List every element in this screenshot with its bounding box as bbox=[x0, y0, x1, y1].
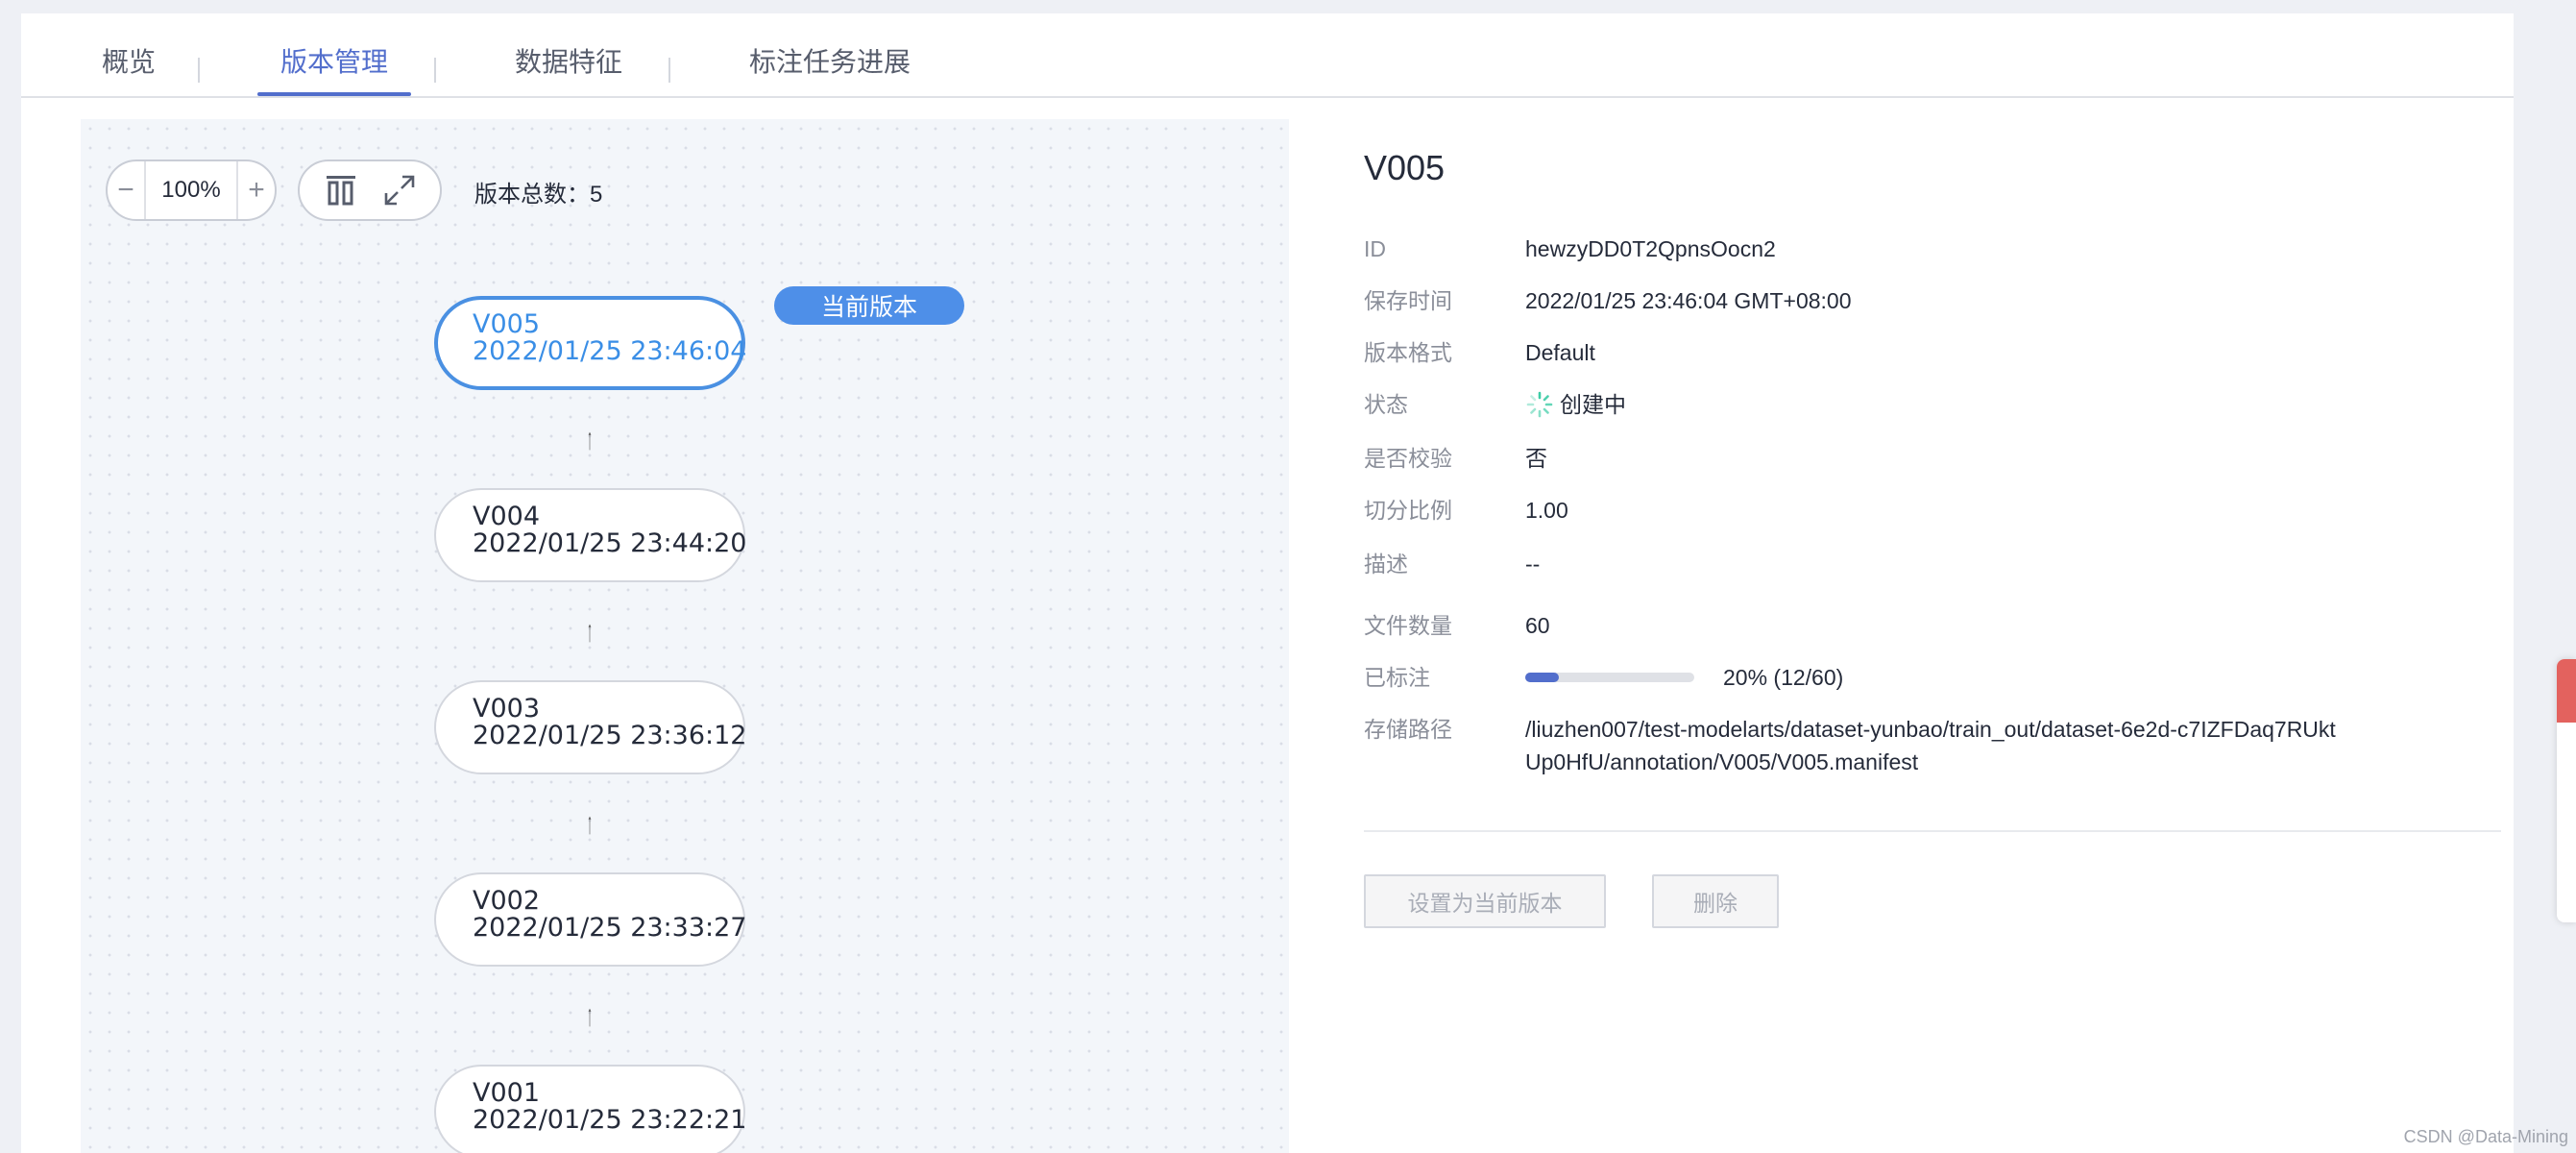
zoom-out-button[interactable]: − bbox=[108, 161, 144, 219]
detail-label: 切分比例 bbox=[1364, 498, 1452, 523]
detail-label: 保存时间 bbox=[1364, 288, 1452, 313]
detail-label: 已标注 bbox=[1364, 665, 1430, 690]
align-top-button[interactable] bbox=[320, 169, 362, 211]
detail-label: 文件数量 bbox=[1364, 613, 1452, 638]
floating-side-tab-highlight bbox=[2557, 659, 2576, 723]
annotation-progress-bar bbox=[1525, 673, 1694, 682]
watermark: CSDN @Data-Mining bbox=[2403, 1127, 2568, 1146]
detail-row-storage-path: 存储路径 /liuzhen007/test-modelarts/dataset-… bbox=[1364, 713, 2336, 778]
status-text: 创建中 bbox=[1560, 392, 1626, 417]
zoom-in-button[interactable]: + bbox=[238, 161, 275, 219]
detail-label: 版本格式 bbox=[1364, 340, 1452, 365]
detail-row-id: ID hewzyDD0T2QpnsOocn2 bbox=[1364, 233, 1776, 265]
detail-label: 存储路径 bbox=[1364, 717, 1452, 742]
detail-label: 状态 bbox=[1364, 392, 1408, 417]
node-time: 2022/01/25 23:46:04 bbox=[473, 336, 747, 366]
version-details-panel: V005 ID hewzyDD0T2QpnsOocn2 保存时间 2022/01… bbox=[1364, 148, 2526, 928]
tab-overview[interactable]: 概览 bbox=[102, 48, 156, 96]
view-tools bbox=[298, 159, 442, 221]
detail-row-verify: 是否校验 否 bbox=[1364, 442, 1547, 475]
detail-value: 否 bbox=[1525, 446, 1547, 471]
set-current-version-button[interactable]: 设置为当前版本 bbox=[1364, 874, 1606, 928]
version-node-v003[interactable]: V003 2022/01/25 23:36:12 bbox=[434, 680, 747, 774]
storage-path-line: Up0HfU/annotation/V005/V005.manifest bbox=[1525, 749, 1919, 774]
tab-bar: 概览 版本管理 数据特征 标注任务进展 bbox=[21, 13, 2514, 98]
storage-path-value: /liuzhen007/test-modelarts/dataset-yunba… bbox=[1525, 713, 2336, 778]
detail-value: -- bbox=[1525, 552, 1541, 576]
version-node-v002[interactable]: V002 2022/01/25 23:33:27 bbox=[434, 872, 747, 967]
zoom-control: − 100% + bbox=[106, 159, 277, 221]
detail-value: 2022/01/25 23:46:04 GMT+08:00 bbox=[1525, 288, 1852, 313]
node-version: V001 bbox=[473, 1078, 541, 1108]
floating-side-tab[interactable] bbox=[2557, 659, 2576, 922]
arrow-up-icon bbox=[588, 1008, 592, 1027]
tab-separator bbox=[434, 58, 436, 83]
detail-value: 60 bbox=[1525, 613, 1550, 638]
node-time: 2022/01/25 23:36:12 bbox=[473, 721, 747, 750]
version-total-label: 版本总数： bbox=[474, 182, 590, 208]
version-total-value: 5 bbox=[590, 182, 603, 208]
details-divider bbox=[1364, 830, 2501, 832]
fullscreen-button[interactable] bbox=[378, 169, 421, 211]
node-time: 2022/01/25 23:22:21 bbox=[473, 1105, 747, 1135]
node-version: V002 bbox=[473, 886, 541, 916]
version-node-v005[interactable]: V005 2022/01/25 23:46:04 bbox=[434, 296, 747, 390]
node-version: V005 bbox=[473, 309, 541, 339]
detail-label: ID bbox=[1364, 236, 1386, 261]
detail-value: 创建中 bbox=[1525, 388, 1626, 421]
tab-data-features[interactable]: 数据特征 bbox=[515, 48, 622, 96]
detail-row-save-time: 保存时间 2022/01/25 23:46:04 GMT+08:00 bbox=[1364, 284, 1852, 317]
details-title: V005 bbox=[1364, 148, 1446, 187]
node-time: 2022/01/25 23:33:27 bbox=[473, 913, 747, 943]
delete-button[interactable]: 删除 bbox=[1652, 874, 1779, 928]
arrow-up-icon bbox=[588, 624, 592, 643]
detail-value: Default bbox=[1525, 340, 1595, 365]
zoom-level: 100% bbox=[144, 161, 238, 219]
arrow-up-icon bbox=[588, 431, 592, 451]
annotation-progress-fill bbox=[1525, 673, 1560, 682]
detail-value: hewzyDD0T2QpnsOocn2 bbox=[1525, 236, 1776, 261]
version-node-v004[interactable]: V004 2022/01/25 23:44:20 bbox=[434, 488, 747, 582]
tab-separator bbox=[668, 58, 670, 83]
detail-row-format: 版本格式 Default bbox=[1364, 336, 1595, 369]
version-node-v001[interactable]: V001 2022/01/25 23:22:21 bbox=[434, 1065, 747, 1153]
detail-label: 描述 bbox=[1364, 552, 1408, 576]
detail-label: 是否校验 bbox=[1364, 446, 1452, 471]
detail-row-annotated: 已标注 20% (12/60) bbox=[1364, 661, 1843, 694]
node-version: V003 bbox=[473, 694, 541, 724]
dataset-version-page: 概览 版本管理 数据特征 标注任务进展 − 100% + 版本总数：5 V005… bbox=[21, 13, 2514, 1153]
detail-row-split: 切分比例 1.00 bbox=[1364, 494, 1568, 527]
node-version: V004 bbox=[473, 502, 541, 531]
node-time: 2022/01/25 23:44:20 bbox=[473, 528, 747, 558]
arrow-up-icon bbox=[588, 816, 592, 835]
tab-version-management[interactable]: 版本管理 bbox=[256, 48, 412, 96]
annotation-progress-text: 20% (12/60) bbox=[1723, 665, 1844, 690]
tab-separator bbox=[198, 58, 200, 83]
current-version-badge: 当前版本 bbox=[774, 286, 964, 325]
version-graph-canvas[interactable]: − 100% + 版本总数：5 V005 2022/01/25 23:46:04… bbox=[81, 119, 1289, 1153]
version-total: 版本总数：5 bbox=[474, 175, 602, 209]
detail-row-status: 状态 创建中 bbox=[1364, 388, 1626, 421]
detail-row-file-count: 文件数量 60 bbox=[1364, 609, 1550, 642]
fullscreen-icon bbox=[384, 175, 414, 206]
loading-spinner-icon bbox=[1526, 391, 1553, 418]
tab-labeling-progress[interactable]: 标注任务进展 bbox=[749, 48, 911, 96]
align-top-icon bbox=[326, 176, 355, 206]
detail-row-description: 描述 -- bbox=[1364, 548, 1540, 580]
storage-path-line: /liuzhen007/test-modelarts/dataset-yunba… bbox=[1525, 717, 2336, 742]
detail-value: 1.00 bbox=[1525, 498, 1568, 523]
